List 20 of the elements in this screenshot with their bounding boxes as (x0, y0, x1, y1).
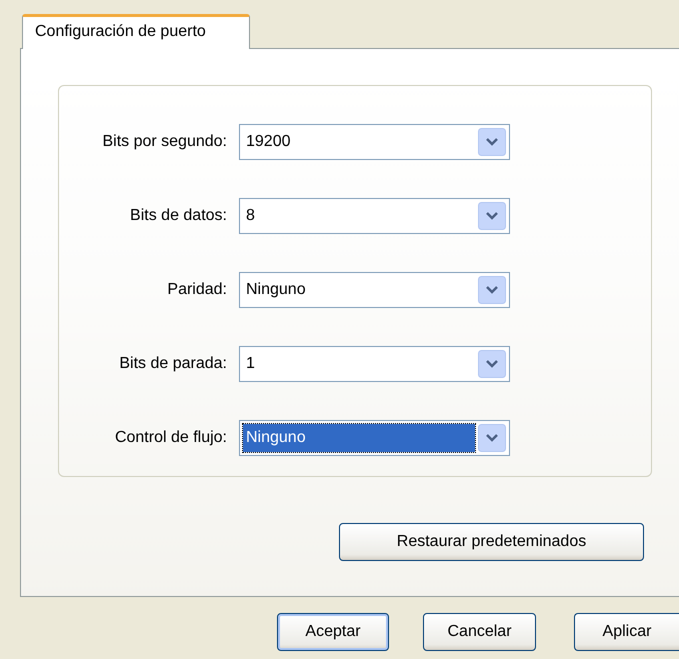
dropdown[interactable]: 1 (239, 346, 510, 382)
dropdown-value: Ninguno (245, 280, 307, 300)
dropdown-value: 1 (245, 354, 256, 374)
dropdown[interactable]: 19200 (239, 124, 510, 160)
dropdown-value: 8 (245, 206, 256, 226)
dropdown-value: 19200 (245, 132, 292, 152)
field-label: Paridad: (166, 281, 228, 299)
field-label: Bits de datos: (129, 207, 228, 225)
dropdown[interactable]: Ninguno (239, 272, 510, 308)
dropdown-value: Ninguno (243, 424, 475, 452)
dialog-button[interactable]: Cancelar (423, 613, 536, 651)
dialog-button[interactable]: Aceptar (277, 613, 389, 651)
dialog-button[interactable]: Aplicar (574, 613, 679, 651)
tab[interactable]: Configuración de puerto (22, 14, 250, 49)
field-label: Bits por segundo: (101, 133, 228, 151)
dropdown[interactable]: 8 (239, 198, 510, 234)
dropdown[interactable]: Ninguno (239, 420, 510, 456)
field-label: Control de flujo: (114, 429, 228, 447)
restore-defaults-button[interactable]: Restaurar predeteminados (339, 523, 644, 561)
field-label: Bits de parada: (118, 355, 228, 373)
